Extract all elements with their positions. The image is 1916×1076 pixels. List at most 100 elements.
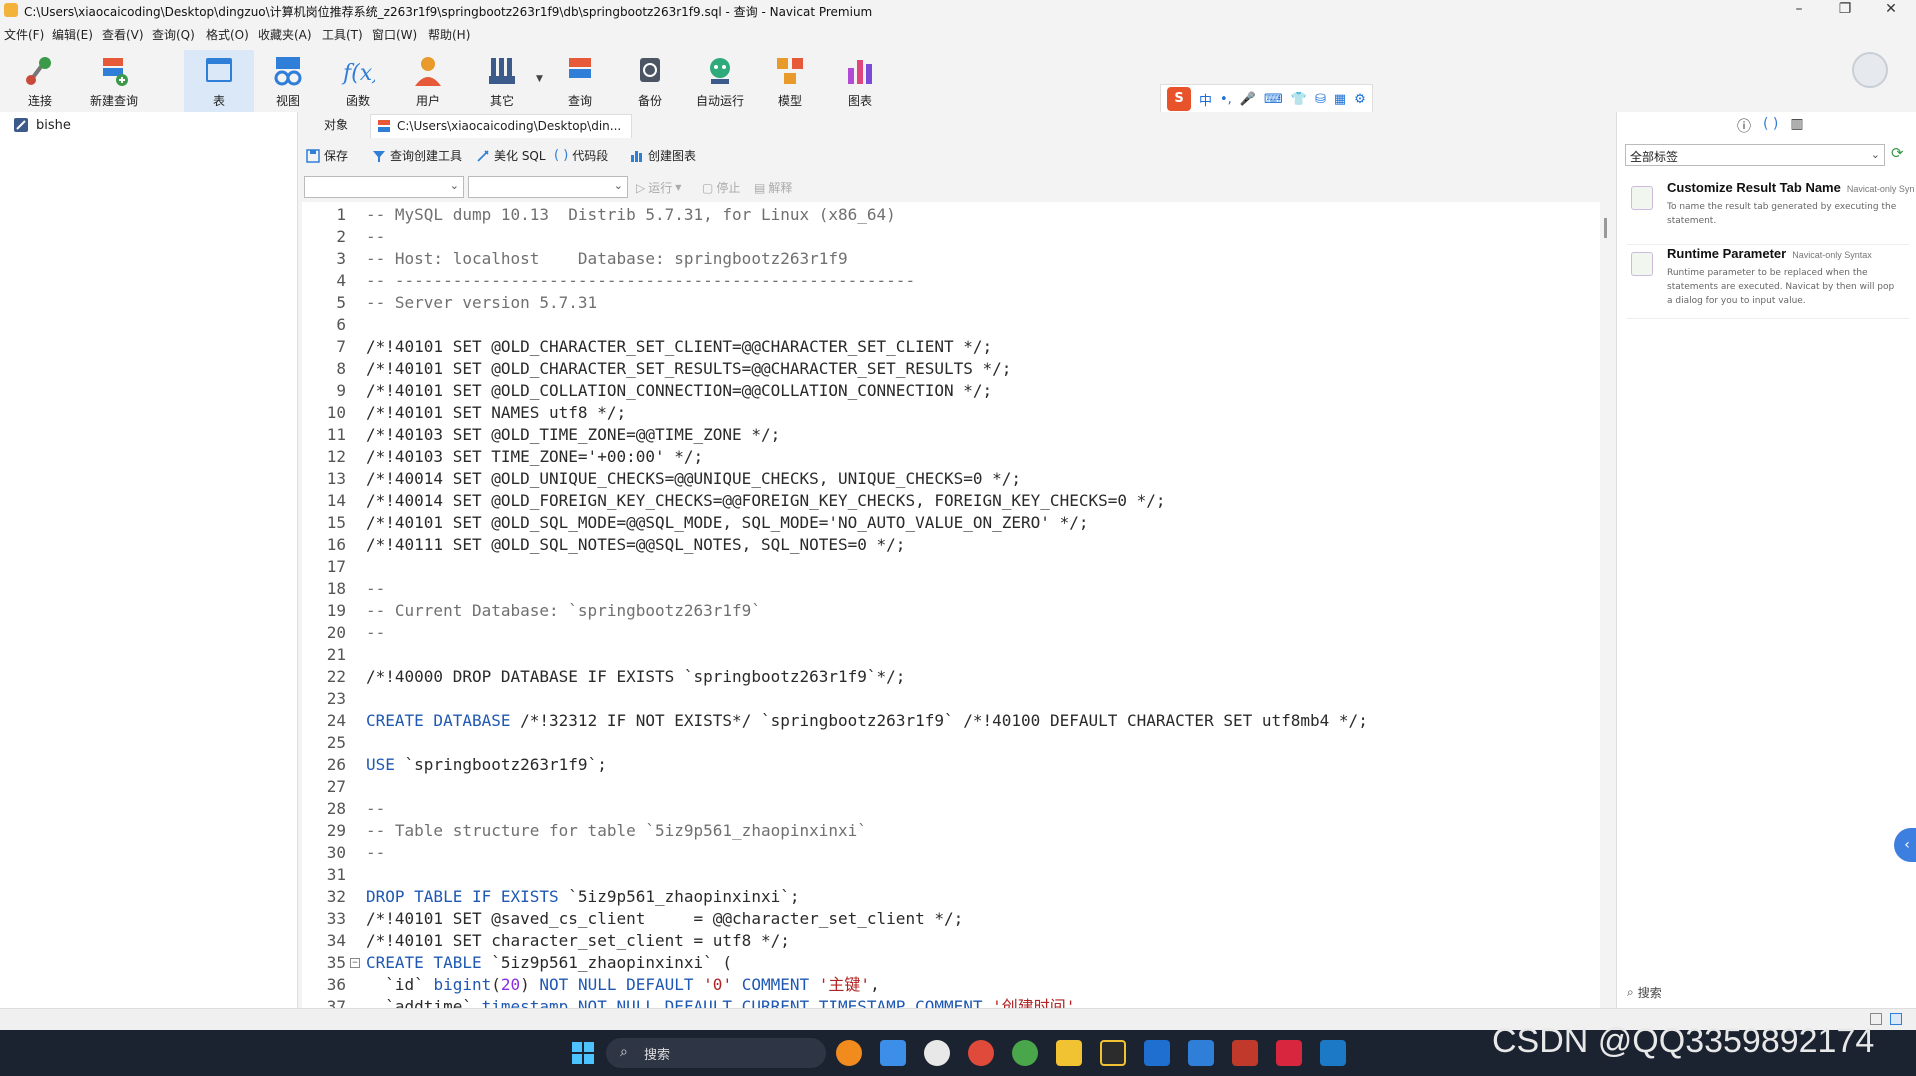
code-line[interactable]: 25 xyxy=(302,732,1600,754)
automation-button[interactable]: 自动运行 xyxy=(688,50,752,112)
code-line[interactable]: 30 -- xyxy=(302,842,1600,864)
code-line[interactable]: 4 -- ------------------------------------… xyxy=(302,270,1600,292)
code-line[interactable]: 27 xyxy=(302,776,1600,798)
menu-file[interactable]: 文件(F) xyxy=(4,26,44,43)
user-button[interactable]: 用户 xyxy=(396,50,460,112)
snippet-search-input[interactable]: ⌕ 搜索 xyxy=(1627,984,1662,1001)
code-line[interactable]: 8 /*!40101 SET @OLD_CHARACTER_SET_RESULTS… xyxy=(302,358,1600,380)
menu-window[interactable]: 窗口(W) xyxy=(372,26,417,43)
code-line[interactable]: 19 -- Current Database: `springbootz263r1… xyxy=(302,600,1600,622)
code-line[interactable]: 31 xyxy=(302,864,1600,886)
snippet-tag-filter[interactable]: 全部标签 ⌄ xyxy=(1625,144,1885,166)
navicat-taskbar-icon[interactable] xyxy=(1320,1040,1346,1066)
ime-cloud-icon[interactable]: ⛁ xyxy=(1315,92,1326,107)
editor-scrollbar[interactable] xyxy=(1604,218,1607,238)
code-line[interactable]: 18 -- xyxy=(302,578,1600,600)
code-line[interactable]: 26 USE `springbootz263r1f9`; xyxy=(302,754,1600,776)
menu-help[interactable]: 帮助(H) xyxy=(428,26,470,43)
ime-microphone-icon[interactable]: 🎤 xyxy=(1240,92,1256,107)
database-select[interactable]: ⌄ xyxy=(468,176,628,198)
code-line[interactable]: 37 `addtime` timestamp NOT NULL DEFAULT … xyxy=(302,996,1600,1008)
code-line[interactable]: 1 -- MySQL dump 10.13 Distrib 5.7.31, for… xyxy=(302,204,1600,226)
other-button[interactable]: 其它 xyxy=(470,50,534,112)
recorder-app-icon[interactable] xyxy=(968,1040,994,1066)
other-dropdown-arrow-icon[interactable]: ▼ xyxy=(536,74,543,84)
explain-button[interactable]: ▤ 解释 xyxy=(754,179,792,196)
ime-punctuation-icon[interactable]: •, xyxy=(1220,92,1232,107)
code-line[interactable]: 33 /*!40101 SET @saved_cs_client = @@char… xyxy=(302,908,1600,930)
code-line[interactable]: 9 /*!40101 SET @OLD_COLLATION_CONNECTION=… xyxy=(302,380,1600,402)
ime-chinese-mode[interactable]: 中 xyxy=(1199,90,1212,109)
ime-toolbox-icon[interactable]: ▦ xyxy=(1334,92,1346,107)
code-line[interactable]: 3 -- Host: localhost Database: springboot… xyxy=(302,248,1600,270)
monitor-app-icon[interactable] xyxy=(880,1040,906,1066)
code-line[interactable]: 16 /*!40111 SET @OLD_SQL_NOTES=@@SQL_NOTE… xyxy=(302,534,1600,556)
form-view-icon[interactable] xyxy=(1890,1013,1902,1025)
code-line[interactable]: 34 /*!40101 SET character_set_client = ut… xyxy=(302,930,1600,952)
taskbar-search[interactable]: ⌕ 搜索 xyxy=(606,1038,826,1068)
code-line[interactable]: 15 /*!40101 SET @OLD_SQL_MODE=@@SQL_MODE,… xyxy=(302,512,1600,534)
code-line[interactable]: 14 /*!40014 SET @OLD_FOREIGN_KEY_CHECKS=@… xyxy=(302,490,1600,512)
code-line[interactable]: 7 /*!40101 SET @OLD_CHARACTER_SET_CLIENT=… xyxy=(302,336,1600,358)
save-button[interactable]: 保存 xyxy=(306,147,348,164)
code-line[interactable]: 21 xyxy=(302,644,1600,666)
code-line[interactable]: 32 DROP TABLE IF EXISTS `5iz9p561_zhaopin… xyxy=(302,886,1600,908)
code-line[interactable]: 29 -- Table structure for table `5iz9p561… xyxy=(302,820,1600,842)
code-line[interactable]: 13 /*!40014 SET @OLD_UNIQUE_CHECKS=@@UNIQ… xyxy=(302,468,1600,490)
code-line[interactable]: 22 /*!40000 DROP DATABASE IF EXISTS `spri… xyxy=(302,666,1600,688)
search-app-icon[interactable] xyxy=(836,1040,862,1066)
table-button[interactable]: 表 xyxy=(184,50,254,112)
ime-settings-icon[interactable]: ⚙ xyxy=(1354,92,1366,107)
sql-editor[interactable]: 1 -- MySQL dump 10.13 Distrib 5.7.31, for… xyxy=(302,202,1600,1008)
stop-button[interactable]: ▢ 停止 xyxy=(702,179,740,196)
code-line[interactable]: 24 CREATE DATABASE /*!32312 IF NOT EXISTS… xyxy=(302,710,1600,732)
chrome-icon[interactable] xyxy=(1012,1040,1038,1066)
menu-edit[interactable]: 编辑(E) xyxy=(52,26,93,43)
file-explorer-icon[interactable] xyxy=(1056,1040,1082,1066)
beautify-sql-button[interactable]: 美化 SQL xyxy=(476,147,546,164)
close-button[interactable]: ✕ xyxy=(1868,0,1914,20)
menu-view[interactable]: 查看(V) xyxy=(102,26,144,43)
word-icon[interactable] xyxy=(1188,1040,1214,1066)
code-line[interactable]: 20 -- xyxy=(302,622,1600,644)
sogou-logo-icon[interactable]: S xyxy=(1167,87,1191,111)
run-button[interactable]: ▷ 运行 ▼ xyxy=(636,179,681,196)
code-line[interactable]: 17 xyxy=(302,556,1600,578)
model-button[interactable]: 模型 xyxy=(758,50,822,112)
windows-start-icon[interactable] xyxy=(572,1042,594,1064)
menu-format[interactable]: 格式(O) xyxy=(206,26,249,43)
pycharm-icon[interactable] xyxy=(1144,1040,1170,1066)
tab-query[interactable]: C:\Users\xiaocaicoding\Desktop\din... xyxy=(370,114,633,138)
code-snippet-button[interactable]: ( ) 代码段 xyxy=(554,147,608,164)
code-line[interactable]: 6 xyxy=(302,314,1600,336)
penguin-app-icon[interactable] xyxy=(924,1040,950,1066)
query-builder-button[interactable]: 查询创建工具 xyxy=(372,147,462,164)
fold-toggle-icon[interactable]: − xyxy=(350,958,360,968)
new-query-button[interactable]: 新建查询 xyxy=(82,50,146,112)
code-line[interactable]: 2 -- xyxy=(302,226,1600,248)
youdao-icon[interactable] xyxy=(1276,1040,1302,1066)
wps-icon[interactable] xyxy=(1232,1040,1258,1066)
tab-objects[interactable]: 对象 xyxy=(314,114,358,138)
user-avatar[interactable] xyxy=(1852,52,1888,88)
view-button[interactable]: 视图 xyxy=(256,50,320,112)
connection-select[interactable]: ⌄ xyxy=(304,176,464,198)
query-button[interactable]: 查询 xyxy=(548,50,612,112)
chart-button[interactable]: 图表 xyxy=(828,50,892,112)
connection-button[interactable]: 连接 xyxy=(8,50,72,112)
restore-button[interactable]: ❐ xyxy=(1822,0,1868,20)
refresh-icon[interactable]: ⟳ xyxy=(1891,144,1904,162)
minimize-button[interactable]: – xyxy=(1776,0,1822,20)
code-line[interactable]: 11 /*!40103 SET @OLD_TIME_ZONE=@@TIME_ZON… xyxy=(302,424,1600,446)
connection-item-bishe[interactable]: bishe xyxy=(14,116,71,134)
menu-query[interactable]: 查询(Q) xyxy=(152,26,195,43)
code-line[interactable]: 23 xyxy=(302,688,1600,710)
menu-favorites[interactable]: 收藏夹(A) xyxy=(258,26,312,43)
snippet-item[interactable]: Runtime Parameter Navicat-only Syntax Run… xyxy=(1627,246,1909,316)
layout-icon[interactable]: ▥ xyxy=(1790,116,1803,136)
code-snippet-panel-icon[interactable]: ( ) xyxy=(1763,116,1778,136)
menu-tools[interactable]: 工具(T) xyxy=(322,26,363,43)
code-line[interactable]: 12 /*!40103 SET TIME_ZONE='+00:00' */; xyxy=(302,446,1600,468)
code-line[interactable]: 35− CREATE TABLE `5iz9p561_zhaopinxinxi` … xyxy=(302,952,1600,974)
ime-skin-icon[interactable]: 👕 xyxy=(1291,92,1307,107)
